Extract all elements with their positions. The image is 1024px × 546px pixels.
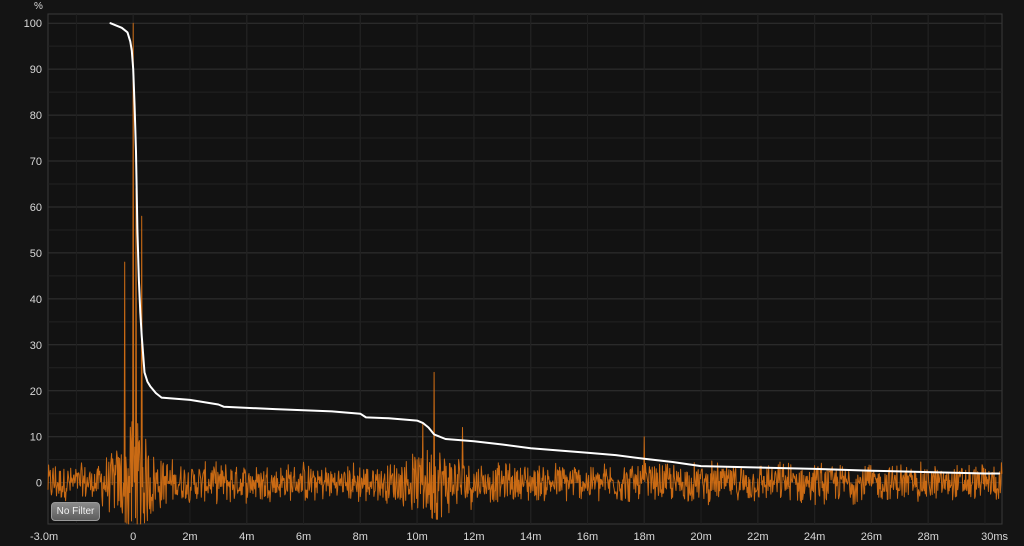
x-tick-label: 18m	[634, 531, 655, 543]
x-tick-label: 26m	[861, 531, 882, 543]
x-tick-label: 24m	[804, 531, 825, 543]
x-tick-label: 16m	[577, 531, 598, 543]
y-tick-label: 0	[36, 478, 42, 490]
y-tick-label: 60	[30, 202, 42, 214]
y-tick-label: 30	[30, 340, 42, 352]
x-tick-label: 12m	[463, 531, 484, 543]
y-tick-label: 20	[30, 386, 42, 398]
x-tick-label: 20m	[690, 531, 711, 543]
x-tick-label: 0	[130, 531, 136, 543]
y-axis-tick-labels: 0 10 20 30 40 50 60 70 80 90 100	[24, 18, 42, 489]
y-tick-label: 10	[30, 432, 42, 444]
x-axis-tick-labels: -3.0m 0 2m 4m 6m 8m 10m 12m 14m 16m 18m 20m 22m 24m 26…	[30, 531, 1008, 543]
y-tick-label: 100	[24, 18, 42, 30]
impulse-response-chart: 0 10 20 30 40 50 60 70 80 90 100 -3.0m 0 2m 4m 6m 8m 10m…	[24, 1, 1009, 543]
x-tick-label: 28m	[917, 531, 938, 543]
x-tick-label: 6m	[296, 531, 311, 543]
y-axis-unit-label: %	[34, 1, 43, 12]
x-tick-label: 8m	[353, 531, 368, 543]
y-tick-label: 70	[30, 156, 42, 168]
y-tick-label: 80	[30, 110, 42, 122]
y-tick-label: 50	[30, 248, 42, 260]
x-tick-label: 30ms	[981, 531, 1008, 543]
no-filter-button[interactable]: No Filter	[51, 502, 100, 521]
x-tick-label: 22m	[747, 531, 768, 543]
x-tick-label: 10m	[406, 531, 427, 543]
y-tick-label: 90	[30, 64, 42, 76]
y-tick-label: 40	[30, 294, 42, 306]
x-tick-label: 2m	[182, 531, 197, 543]
x-tick-label: -3.0m	[30, 531, 58, 543]
x-tick-label: 14m	[520, 531, 541, 543]
x-tick-label: 4m	[239, 531, 254, 543]
